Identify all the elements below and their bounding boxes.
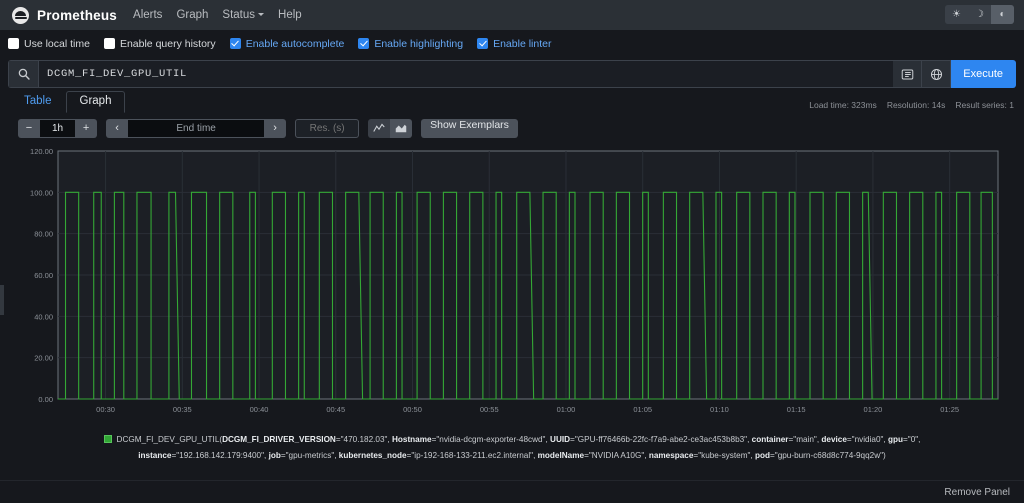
range-increase-button[interactable]: + bbox=[75, 119, 97, 138]
sun-icon[interactable]: ☀ bbox=[945, 5, 968, 24]
navbar: Prometheus Alerts Graph Status Help ☀ ☽ … bbox=[0, 0, 1024, 30]
use-local-time-label: Use local time bbox=[24, 38, 90, 50]
chart-type-toggle bbox=[368, 119, 412, 138]
nav-link-status[interactable]: Status bbox=[222, 9, 264, 21]
graph-svg[interactable]: 0.00 20.00 40.00 60.00 80.00 100.00 120.00 00:3… bbox=[14, 143, 1010, 425]
svg-text:00:55: 00:55 bbox=[480, 405, 499, 414]
globe-icon[interactable] bbox=[922, 60, 951, 88]
graph-legend: DCGM_FI_DEV_GPU_UTIL(DCGM_FI_DRIVER_VERS… bbox=[0, 425, 1024, 463]
brand-title: Prometheus bbox=[37, 8, 117, 23]
svg-text:100.00: 100.00 bbox=[30, 188, 53, 197]
option-enable-linter[interactable]: Enable linter bbox=[477, 38, 551, 50]
legend-color-swatch[interactable] bbox=[104, 435, 112, 443]
stat-result-series: Result series: 1 bbox=[955, 100, 1014, 110]
enable-highlighting-label: Enable highlighting bbox=[374, 38, 463, 50]
svg-text:120.00: 120.00 bbox=[30, 147, 53, 156]
svg-text:01:20: 01:20 bbox=[864, 405, 883, 414]
option-enable-query-history[interactable]: Enable query history bbox=[104, 38, 216, 50]
prometheus-torch-icon bbox=[12, 7, 29, 24]
svg-text:01:10: 01:10 bbox=[710, 405, 729, 414]
svg-text:01:25: 01:25 bbox=[940, 405, 959, 414]
nav-status-label: Status bbox=[222, 9, 255, 21]
graph-controls: − 1h + ‹ End time › Show Exemplars bbox=[0, 113, 1024, 143]
legend-series-label[interactable]: DCGM_FI_DEV_GPU_UTIL(DCGM_FI_DRIVER_VERS… bbox=[117, 435, 921, 460]
resolution-input[interactable] bbox=[295, 119, 359, 138]
enable-linter-label: Enable linter bbox=[493, 38, 551, 50]
enable-highlighting-checkbox[interactable] bbox=[358, 38, 369, 49]
svg-text:00:50: 00:50 bbox=[403, 405, 422, 414]
stat-load-time: Load time: 323ms bbox=[809, 100, 877, 110]
metrics-explorer-icon[interactable] bbox=[893, 60, 922, 88]
options-row: Use local time Enable query history Enab… bbox=[0, 30, 1024, 57]
chevron-down-icon bbox=[258, 13, 264, 16]
query-bar: Execute bbox=[0, 57, 1024, 88]
panel-footer: Remove Panel bbox=[0, 480, 1024, 503]
enable-autocomplete-checkbox[interactable] bbox=[230, 38, 241, 49]
range-value[interactable]: 1h bbox=[40, 119, 75, 138]
show-exemplars-button[interactable]: Show Exemplars bbox=[421, 119, 518, 138]
theme-toggle-group: ☀ ☽ ◐ bbox=[945, 5, 1014, 24]
option-use-local-time[interactable]: Use local time bbox=[8, 38, 90, 50]
line-chart-icon[interactable] bbox=[368, 119, 390, 138]
svg-text:0.00: 0.00 bbox=[38, 395, 53, 404]
end-time-next-button[interactable]: › bbox=[264, 119, 286, 138]
query-input[interactable] bbox=[39, 68, 893, 80]
option-enable-autocomplete[interactable]: Enable autocomplete bbox=[230, 38, 345, 50]
sidebar-handle[interactable] bbox=[0, 285, 4, 315]
moon-icon[interactable]: ☽ bbox=[968, 5, 991, 24]
end-time-picker: ‹ End time › bbox=[106, 119, 286, 138]
enable-query-history-label: Enable query history bbox=[120, 38, 216, 50]
stacked-chart-icon[interactable] bbox=[390, 119, 412, 138]
query-input-group bbox=[8, 60, 893, 88]
svg-text:00:30: 00:30 bbox=[96, 405, 115, 414]
option-enable-highlighting[interactable]: Enable highlighting bbox=[358, 38, 463, 50]
query-stats: Load time: 323ms Resolution: 14s Result … bbox=[809, 100, 1014, 110]
svg-text:40.00: 40.00 bbox=[34, 312, 53, 321]
graph-plot[interactable]: 0.00 20.00 40.00 60.00 80.00 100.00 120.00 00:3… bbox=[14, 143, 1010, 425]
svg-text:00:35: 00:35 bbox=[173, 405, 192, 414]
result-tabs: Table Graph Load time: 323ms Resolution:… bbox=[0, 88, 1024, 113]
enable-autocomplete-label: Enable autocomplete bbox=[246, 38, 345, 50]
tab-graph[interactable]: Graph bbox=[66, 91, 126, 113]
svg-text:00:45: 00:45 bbox=[326, 405, 345, 414]
tab-table[interactable]: Table bbox=[10, 91, 66, 113]
svg-text:60.00: 60.00 bbox=[34, 271, 53, 280]
use-local-time-checkbox[interactable] bbox=[8, 38, 19, 49]
svg-text:01:15: 01:15 bbox=[787, 405, 806, 414]
svg-text:01:05: 01:05 bbox=[633, 405, 652, 414]
execute-button[interactable]: Execute bbox=[951, 60, 1016, 88]
svg-text:20.00: 20.00 bbox=[34, 354, 53, 363]
auto-theme-icon[interactable]: ◐ bbox=[991, 5, 1014, 24]
enable-linter-checkbox[interactable] bbox=[477, 38, 488, 49]
enable-query-history-checkbox[interactable] bbox=[104, 38, 115, 49]
remove-panel-button[interactable]: Remove Panel bbox=[944, 487, 1010, 498]
nav-link-alerts[interactable]: Alerts bbox=[133, 9, 162, 21]
svg-text:01:00: 01:00 bbox=[557, 405, 576, 414]
svg-text:80.00: 80.00 bbox=[34, 230, 53, 239]
nav-link-help[interactable]: Help bbox=[278, 9, 302, 21]
search-icon bbox=[9, 61, 39, 87]
range-decrease-button[interactable]: − bbox=[18, 119, 40, 138]
nav-link-graph[interactable]: Graph bbox=[176, 9, 208, 21]
stat-resolution: Resolution: 14s bbox=[887, 100, 946, 110]
end-time-prev-button[interactable]: ‹ bbox=[106, 119, 128, 138]
end-time-input[interactable]: End time bbox=[128, 119, 264, 138]
svg-text:00:40: 00:40 bbox=[250, 405, 269, 414]
range-stepper: − 1h + bbox=[18, 119, 97, 138]
